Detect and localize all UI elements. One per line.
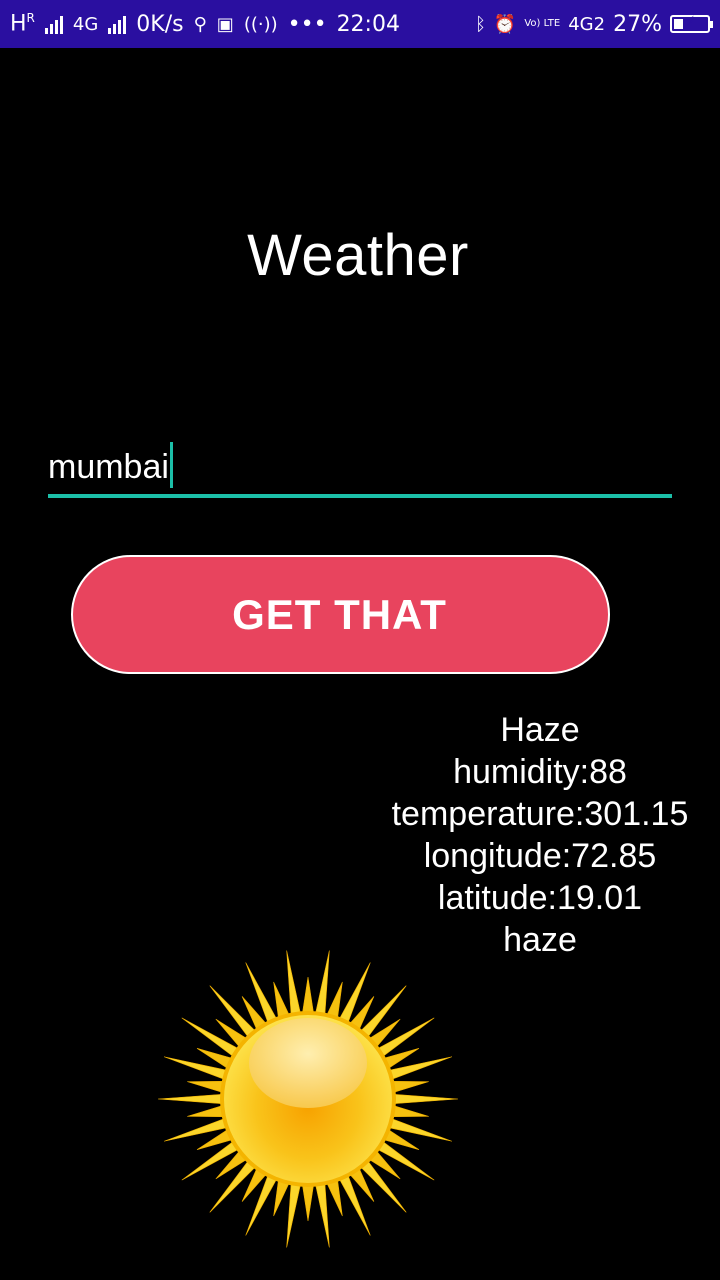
network-type-label: 4G bbox=[72, 13, 99, 35]
longitude-text: longitude:72.85 bbox=[423, 837, 657, 875]
network-r-label: R bbox=[26, 11, 35, 26]
network-type-2-label: 4G2 bbox=[568, 13, 606, 35]
get-weather-button[interactable]: GET THAT bbox=[71, 555, 610, 674]
temperature-text: temperature:301.15 bbox=[391, 795, 689, 833]
sun-ray bbox=[286, 950, 301, 1016]
sun-ray bbox=[273, 1179, 290, 1217]
humidity-text: humidity:88 bbox=[453, 753, 627, 791]
volte-label: Vo) LTE bbox=[524, 18, 561, 29]
page-title: Weather bbox=[247, 223, 469, 288]
city-input[interactable]: mumbai bbox=[48, 436, 672, 498]
usb-icon: ⚲ bbox=[193, 13, 207, 35]
network-hr-indicator: HR bbox=[10, 11, 35, 36]
sun-ray bbox=[377, 1141, 435, 1181]
sun-ray bbox=[181, 1017, 239, 1057]
sun-ray bbox=[315, 950, 330, 1016]
weather-description: Haze bbox=[500, 711, 580, 749]
sun-ray bbox=[286, 1182, 301, 1248]
network-hr-label: H bbox=[10, 11, 27, 37]
sun-ray bbox=[326, 1179, 343, 1217]
sun-ray bbox=[157, 1093, 223, 1105]
charging-icon: ⚡ bbox=[685, 14, 695, 30]
sun-ray bbox=[377, 1017, 435, 1057]
sun-ray bbox=[187, 1080, 225, 1093]
sun-ray bbox=[302, 1184, 314, 1222]
notification-icon: ▣ bbox=[216, 13, 234, 35]
bluetooth-icon: ᛒ bbox=[475, 13, 486, 35]
sun-ray bbox=[326, 981, 343, 1019]
signal-icon-2 bbox=[108, 14, 127, 34]
latitude-text: latitude:19.01 bbox=[437, 879, 643, 917]
clock: 22:04 bbox=[336, 11, 400, 37]
city-input-underline bbox=[48, 494, 672, 498]
sun-ray bbox=[391, 1080, 429, 1093]
sun-ray bbox=[181, 1141, 239, 1181]
hotspot-icon: ((·)) bbox=[243, 13, 278, 35]
speed-label: 0K/s bbox=[136, 11, 184, 37]
sun-ray bbox=[302, 976, 314, 1014]
weather-results: Haze humidity:88 temperature:301.15 long… bbox=[380, 709, 700, 961]
sun-ray bbox=[315, 1182, 330, 1248]
status-bar-left: HR 4G 0K/s ⚲ ▣ ((·)) ••• 22:04 bbox=[10, 0, 400, 48]
sun-ray bbox=[393, 1093, 459, 1105]
sun-ray bbox=[273, 981, 290, 1019]
battery-percent: 27% bbox=[613, 11, 662, 37]
sun-ray bbox=[187, 1105, 225, 1118]
status-bar: HR 4G 0K/s ⚲ ▣ ((·)) ••• 22:04 ᛒ ⏰ Vo) L… bbox=[0, 0, 720, 48]
more-dots-icon: ••• bbox=[287, 11, 327, 37]
alarm-icon: ⏰ bbox=[493, 13, 517, 35]
signal-icon bbox=[44, 14, 63, 34]
city-input-value[interactable]: mumbai bbox=[48, 448, 169, 486]
text-cursor bbox=[169, 442, 173, 488]
sun-ray bbox=[391, 1105, 429, 1118]
status-bar-right: ᛒ ⏰ Vo) LTE 4G2 27% ⚡ bbox=[475, 0, 713, 48]
city-input-value-wrap: mumbai bbox=[48, 442, 173, 488]
battery-icon: ⚡ bbox=[670, 14, 713, 33]
sun-icon bbox=[157, 950, 459, 1248]
